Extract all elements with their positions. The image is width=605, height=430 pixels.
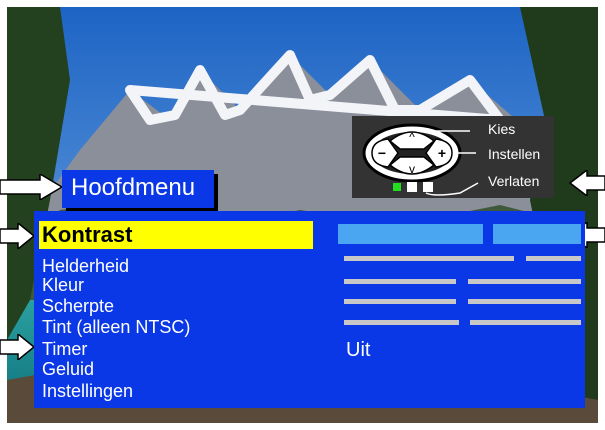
down-symbol: v bbox=[409, 162, 415, 176]
kontrast-level-bar-right[interactable] bbox=[493, 224, 581, 244]
plus-symbol: + bbox=[438, 145, 446, 161]
arrow-title-pointer bbox=[0, 174, 64, 200]
tint-level-bar[interactable] bbox=[344, 320, 459, 325]
up-symbol: ^ bbox=[409, 130, 415, 144]
tint-level-bar-right[interactable] bbox=[470, 320, 581, 325]
minus-symbol: − bbox=[378, 145, 386, 161]
arrow-highlight-pointer bbox=[0, 223, 36, 249]
menu-item-geluid[interactable]: Geluid bbox=[42, 359, 94, 379]
remote-control-legend: ^ v − + Kies Instellen Verlaten bbox=[352, 116, 554, 198]
legend-adjust-label: Instellen bbox=[488, 146, 541, 162]
main-menu-panel: Kontrast Helderheid Kleur Scherpte Tint … bbox=[34, 211, 585, 408]
menu-item-instellingen[interactable]: Instellingen bbox=[42, 381, 133, 401]
menu-item-helderheid[interactable]: Helderheid bbox=[42, 256, 129, 276]
kontrast-level-bar[interactable] bbox=[338, 224, 483, 244]
menu-title-box: Hoofdmenu bbox=[62, 170, 214, 208]
menu-item-timer[interactable]: Timer bbox=[42, 339, 87, 359]
legend-exit-label: Verlaten bbox=[488, 173, 540, 189]
menu-item-label: Kontrast bbox=[42, 222, 133, 247]
remote-control-pad-icon: ^ v − + bbox=[362, 123, 479, 196]
kleur-level-bar[interactable] bbox=[344, 279, 456, 284]
menu-title: Hoofdmenu bbox=[71, 174, 196, 201]
helderheid-level-bar[interactable] bbox=[344, 256, 514, 261]
arrow-legend-pointer bbox=[568, 170, 605, 196]
timer-value: Uit bbox=[346, 339, 371, 361]
helderheid-level-bar-right[interactable] bbox=[526, 256, 581, 261]
arrow-timer-pointer bbox=[0, 334, 36, 360]
legend-select-label: Kies bbox=[488, 121, 516, 137]
menu-item-scherpte[interactable]: Scherpte bbox=[42, 296, 114, 316]
kleur-level-bar-right[interactable] bbox=[468, 279, 581, 284]
menu-item-kleur[interactable]: Kleur bbox=[42, 275, 84, 295]
scherpte-level-bar-right[interactable] bbox=[468, 299, 581, 304]
menu-item-kontrast[interactable]: Kontrast bbox=[39, 221, 313, 249]
menu-item-tint[interactable]: Tint (alleen NTSC) bbox=[42, 317, 190, 337]
tv-osd-screen: Hoofdmenu ^ v − + Kies Instellen Verlate… bbox=[0, 0, 605, 430]
scherpte-level-bar[interactable] bbox=[344, 299, 456, 304]
